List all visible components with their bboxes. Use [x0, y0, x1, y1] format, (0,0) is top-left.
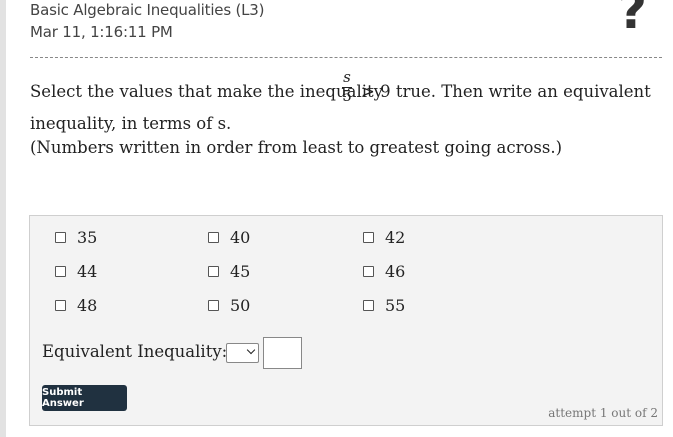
fraction-numerator: s — [343, 68, 351, 86]
equivalent-label-text: Equivalent Inequality: — [42, 342, 228, 361]
option-45[interactable]: 45 — [208, 262, 250, 281]
option-label: 48 — [77, 296, 98, 315]
left-edge-rule — [0, 0, 6, 437]
help-icon[interactable]: ? — [618, 0, 647, 36]
checkbox[interactable] — [208, 300, 219, 311]
option-55[interactable]: 55 — [363, 296, 405, 315]
checkbox[interactable] — [363, 300, 374, 311]
option-44[interactable]: 44 — [55, 262, 97, 281]
checkbox[interactable] — [363, 232, 374, 243]
option-label: 55 — [385, 296, 406, 315]
question-line-1-end: > 9 true. Then write an equivalent — [361, 82, 651, 101]
assignment-title: Basic Algebraic Inequalities (L3) — [30, 1, 265, 19]
option-42[interactable]: 42 — [363, 228, 405, 247]
option-label: 46 — [385, 262, 406, 281]
fraction-s-over-5: s 5 — [342, 70, 352, 104]
assignment-date: Mar 11, 1:16:11 PM — [30, 23, 173, 41]
fraction-denominator: 5 — [342, 87, 352, 105]
question-line-1-start: Select the values that make the inequali… — [30, 82, 383, 101]
submit-answer-button[interactable]: Submit Answer — [42, 385, 127, 411]
option-50[interactable]: 50 — [208, 296, 250, 315]
question-line-3: (Numbers written in order from least to … — [30, 138, 563, 157]
checkbox[interactable] — [363, 266, 374, 277]
option-label: 45 — [230, 262, 251, 281]
option-35[interactable]: 35 — [55, 228, 97, 247]
checkbox[interactable] — [55, 266, 66, 277]
option-40[interactable]: 40 — [208, 228, 250, 247]
dashed-divider — [30, 57, 662, 58]
option-46[interactable]: 46 — [363, 262, 405, 281]
answer-panel: 35 40 42 44 45 46 48 50 55 Equivalent In… — [29, 215, 663, 426]
inequality-value-input[interactable] — [263, 337, 302, 369]
option-48[interactable]: 48 — [55, 296, 97, 315]
attempt-counter: attempt 1 out of 2 — [548, 406, 658, 420]
operator-select[interactable] — [226, 343, 259, 363]
option-label: 42 — [385, 228, 406, 247]
option-label: 50 — [230, 296, 251, 315]
chevron-down-icon — [246, 345, 256, 355]
option-label: 35 — [77, 228, 98, 247]
checkbox[interactable] — [55, 232, 66, 243]
checkbox[interactable] — [208, 266, 219, 277]
question-line-2: inequality, in terms of s. — [30, 114, 232, 133]
checkbox[interactable] — [55, 300, 66, 311]
option-label: 44 — [77, 262, 98, 281]
checkbox[interactable] — [208, 232, 219, 243]
option-label: 40 — [230, 228, 251, 247]
equivalent-inequality-label: Equivalent Inequality: s — [42, 342, 241, 361]
